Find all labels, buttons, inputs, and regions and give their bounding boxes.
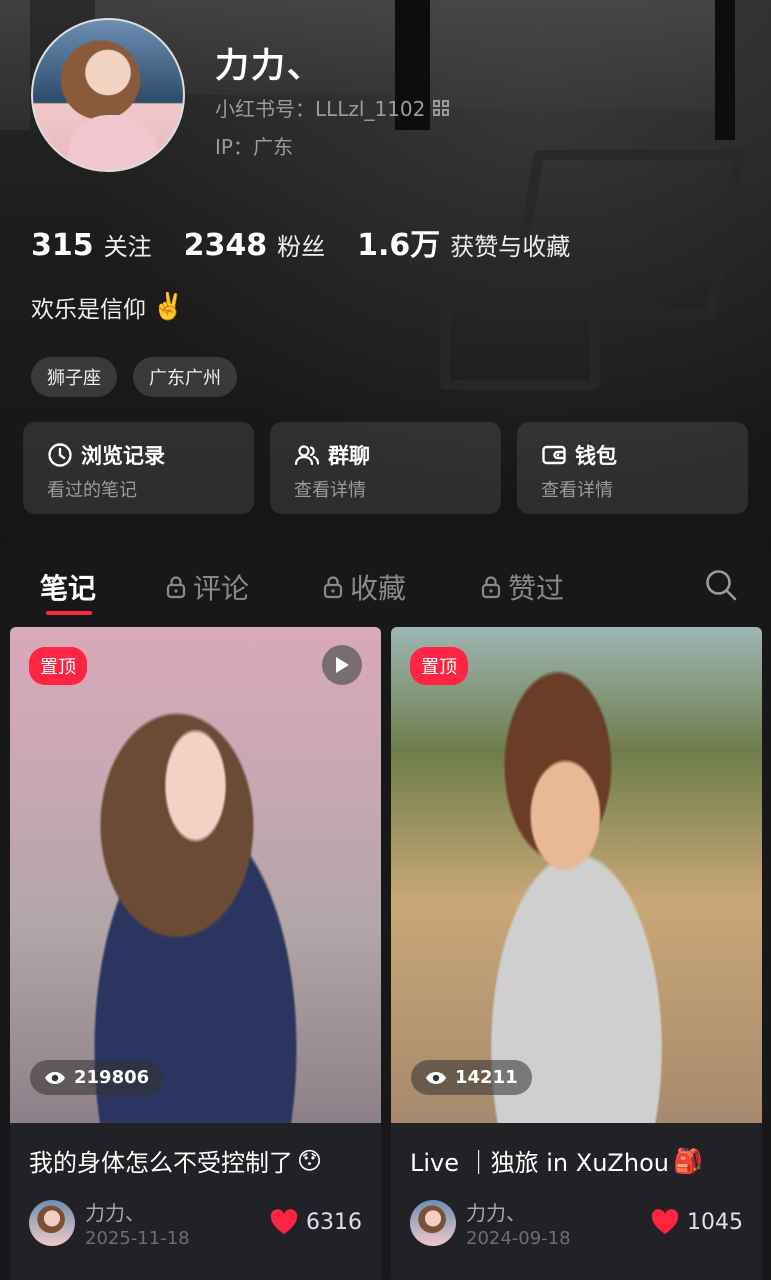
view-count: 14211 [411, 1060, 532, 1095]
background-frame [715, 0, 735, 140]
active-tab-indicator [46, 611, 92, 615]
author-avatar [29, 1200, 75, 1246]
ip-location: IP：广东 [215, 135, 293, 159]
red-id-text: 小红书号：LLLzl_1102 [215, 97, 426, 121]
stat-label: 关注 [103, 233, 152, 261]
tab-comments[interactable]: 评论 [165, 567, 249, 607]
author-name: 力力、 [466, 1201, 526, 1225]
group-chat-card[interactable]: 群聊 查看详情 [270, 422, 501, 514]
stat-label: 粉丝 [277, 233, 326, 261]
profile-avatar[interactable] [31, 18, 185, 172]
clock-icon [48, 443, 72, 467]
tag-location[interactable]: 广东广州 [133, 357, 237, 397]
like-button[interactable]: 6316 [270, 1209, 362, 1235]
card-title: 群聊 [328, 444, 370, 468]
stat-likes-collects[interactable]: 1.6万 获赞与收藏 [357, 220, 570, 264]
search-icon[interactable] [704, 568, 738, 602]
stat-number: 2348 [183, 228, 268, 263]
like-button[interactable]: 1045 [651, 1209, 743, 1235]
tag-zodiac[interactable]: 狮子座 [31, 357, 117, 397]
qr-code-icon[interactable] [433, 99, 450, 116]
stat-number: 315 [31, 228, 94, 263]
profile-tabs: 笔记 评论 收藏 赞过 [0, 543, 771, 621]
eye-icon [45, 1071, 65, 1084]
note-title[interactable]: Live ｜独旅 in XuZhou 🎒 [410, 1143, 703, 1178]
view-count: 219806 [30, 1060, 164, 1095]
tab-label: 赞过 [508, 572, 565, 605]
avatar-shirt [68, 115, 158, 170]
view-count-text: 14211 [455, 1067, 518, 1088]
stat-label: 获赞与收藏 [450, 233, 571, 261]
profile-name: 力力、 [215, 46, 323, 86]
tab-liked[interactable]: 赞过 [480, 567, 564, 607]
note-title-text: Live ｜独旅 in XuZhou [410, 1149, 669, 1177]
background-window [0, 0, 30, 130]
note-author[interactable]: 力力、 2024-09-18 [410, 1197, 571, 1249]
eye-icon [426, 1071, 446, 1084]
note-card[interactable]: 置顶 14211 Live ｜独旅 in XuZhou 🎒 力力、 2024-0… [391, 627, 762, 1280]
author-name: 力力、 [85, 1201, 145, 1225]
stat-following[interactable]: 315 关注 [31, 227, 152, 263]
bio-text: 欢乐是信仰 [31, 297, 146, 323]
surprised-face-icon: 😯 [297, 1146, 323, 1175]
profile-stats: 315 关注 2348 粉丝 1.6万 获赞与收藏 [31, 220, 570, 264]
tab-label: 评论 [193, 572, 250, 605]
stat-number: 1.6万 [357, 228, 441, 263]
quick-cards: 浏览记录 看过的笔记 群聊 查看详情 钱包 查看详情 [23, 422, 748, 514]
note-cover-image[interactable] [391, 627, 762, 1123]
heart-icon [651, 1209, 679, 1234]
note-card[interactable]: 置顶 219806 我的身体怎么不受控制了 😯 力力、 2025-11-18 6… [10, 627, 381, 1280]
victory-hand-icon: ✌️ [152, 292, 185, 322]
like-count: 6316 [306, 1209, 362, 1235]
heart-icon [270, 1209, 298, 1234]
history-card[interactable]: 浏览记录 看过的笔记 [23, 422, 254, 514]
note-date: 2025-11-18 [85, 1228, 190, 1249]
tab-notes[interactable]: 笔记 [40, 567, 96, 607]
notes-feed: 置顶 219806 我的身体怎么不受控制了 😯 力力、 2025-11-18 6… [10, 627, 762, 1280]
lock-icon [166, 576, 186, 599]
pinned-badge: 置顶 [410, 647, 468, 685]
lock-icon [323, 576, 343, 599]
note-title[interactable]: 我的身体怎么不受控制了 😯 [29, 1143, 322, 1178]
content-panel: 笔记 评论 收藏 赞过 置顶 219806 我的身体怎么不受控制了 😯 力力、 … [0, 543, 771, 1280]
view-count-text: 219806 [74, 1067, 150, 1088]
note-author[interactable]: 力力、 2025-11-18 [29, 1197, 190, 1249]
tab-collections[interactable]: 收藏 [322, 567, 406, 607]
wallet-card[interactable]: 钱包 查看详情 [517, 422, 748, 514]
wallet-icon [542, 445, 566, 465]
background-chair [440, 300, 600, 390]
stat-followers[interactable]: 2348 粉丝 [184, 227, 326, 263]
profile-bio: 欢乐是信仰 ✌️ [31, 290, 184, 324]
tab-label: 笔记 [40, 572, 97, 605]
card-title: 浏览记录 [81, 444, 165, 468]
like-count: 1045 [687, 1209, 743, 1235]
author-avatar [410, 1200, 456, 1246]
tab-label: 收藏 [350, 572, 407, 605]
group-icon [294, 445, 320, 466]
card-subtitle: 查看详情 [294, 480, 366, 501]
card-subtitle: 看过的笔记 [47, 480, 137, 501]
card-subtitle: 查看详情 [541, 480, 613, 501]
lock-icon [481, 576, 501, 599]
pinned-badge: 置顶 [29, 647, 87, 685]
note-title-text: 我的身体怎么不受控制了 [29, 1149, 293, 1177]
red-id[interactable]: 小红书号：LLLzl_1102 [215, 93, 450, 122]
note-cover-image[interactable] [10, 627, 381, 1123]
profile-tags: 狮子座 广东广州 [31, 357, 237, 397]
card-title: 钱包 [575, 444, 617, 468]
background-window [430, 0, 715, 110]
note-date: 2024-09-18 [466, 1228, 571, 1249]
video-play-icon [322, 645, 362, 685]
backpack-icon: 🎒 [672, 1146, 703, 1175]
